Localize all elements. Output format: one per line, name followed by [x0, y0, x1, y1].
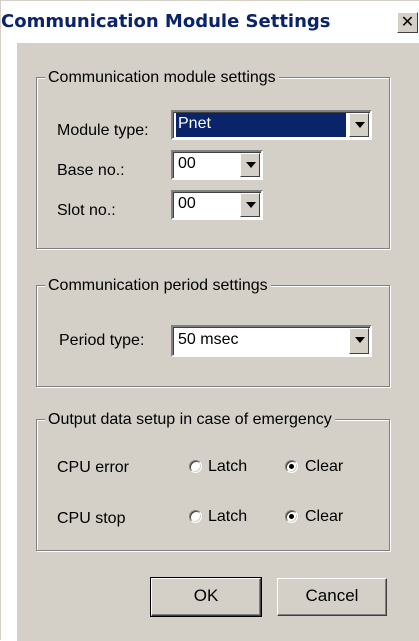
emergency-output-legend: Output data setup in case of emergency — [45, 411, 335, 429]
module-settings-legend: Communication module settings — [45, 69, 279, 87]
cpu-error-label: CPU error — [57, 459, 130, 476]
cpu-error-latch-label: Latch — [208, 458, 248, 475]
module-type-label: Module type: — [57, 122, 149, 139]
left-margin — [1, 43, 17, 641]
cpu-error-latch-radio[interactable] — [189, 460, 202, 473]
module-type-select[interactable]: Pnet — [171, 110, 372, 140]
cancel-button[interactable]: Cancel — [277, 578, 387, 616]
period-type-select[interactable]: 50 msec — [171, 325, 372, 357]
slot-no-value: 00 — [178, 195, 196, 212]
base-no-value: 00 — [178, 155, 196, 172]
cpu-stop-label: CPU stop — [57, 510, 126, 527]
period-settings-legend: Communication period settings — [45, 277, 271, 295]
cpu-stop-clear-radio[interactable] — [285, 510, 298, 523]
close-button[interactable]: ✕ — [397, 12, 418, 33]
slot-no-label: Slot no.: — [57, 202, 116, 219]
ok-button[interactable]: OK — [150, 577, 262, 617]
close-icon: ✕ — [400, 12, 415, 31]
chevron-down-icon[interactable] — [349, 113, 369, 137]
title-bar: Communication Module Settings ✕ — [1, 1, 419, 43]
module-type-value: Pnet — [176, 113, 346, 137]
base-no-select[interactable]: 00 — [171, 150, 263, 180]
cpu-stop-latch-radio[interactable] — [189, 510, 202, 523]
cpu-stop-clear-option[interactable]: Clear — [285, 507, 365, 527]
settings-dialog: Communication Module Settings ✕ Communic… — [0, 0, 419, 641]
chevron-down-icon[interactable] — [240, 193, 260, 217]
chevron-down-icon[interactable] — [240, 153, 260, 177]
cpu-stop-latch-label: Latch — [208, 508, 248, 525]
base-no-label: Base no.: — [57, 162, 125, 179]
slot-no-select[interactable]: 00 — [171, 190, 263, 220]
period-type-label: Period type: — [59, 332, 145, 349]
cpu-error-clear-option[interactable]: Clear — [285, 457, 365, 477]
period-type-value: 50 msec — [178, 331, 239, 348]
cpu-error-clear-label: Clear — [305, 458, 344, 475]
emergency-output-group — [36, 419, 390, 551]
chevron-down-icon[interactable] — [349, 328, 369, 354]
cpu-stop-latch-option[interactable]: Latch — [189, 507, 269, 527]
cpu-error-clear-radio[interactable] — [285, 460, 298, 473]
cpu-error-latch-option[interactable]: Latch — [189, 457, 269, 477]
cpu-stop-clear-label: Clear — [305, 508, 344, 525]
dialog-title: Communication Module Settings — [1, 11, 331, 32]
